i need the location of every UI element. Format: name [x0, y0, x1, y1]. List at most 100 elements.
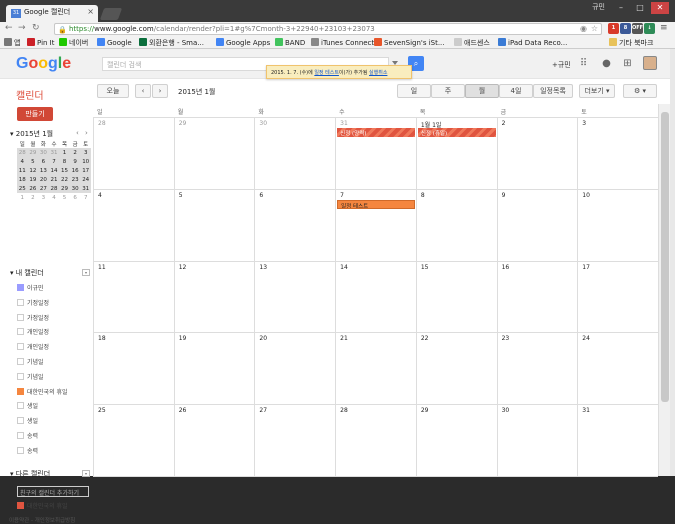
bookmark-item[interactable]: iTunes Connect	[311, 38, 374, 47]
my-calendars-title[interactable]: ▾ 내 캘린더	[10, 268, 44, 278]
scrollbar[interactable]	[658, 104, 670, 476]
day-number[interactable]: 28	[98, 120, 106, 127]
day-number[interactable]: 17	[582, 264, 590, 271]
forward-icon[interactable]: →	[18, 23, 26, 33]
day-number[interactable]: 31	[340, 120, 348, 127]
calendar-color-swatch[interactable]	[17, 298, 24, 306]
settings-button[interactable]: ⚙ ▾	[623, 84, 657, 98]
mini-day[interactable]: 1	[17, 193, 28, 202]
day-cell[interactable]: 27	[254, 405, 336, 477]
mini-day[interactable]: 12	[27, 166, 39, 175]
bookmark-item[interactable]: 외환은행 - Sma...	[139, 38, 204, 48]
day-number[interactable]: 5	[179, 192, 183, 199]
day-cell[interactable]: 18	[93, 333, 174, 406]
day-cell[interactable]: 13	[254, 261, 336, 334]
day-cell[interactable]: 12	[173, 261, 255, 334]
bookmark-item[interactable]: BAND	[275, 38, 305, 47]
mini-day[interactable]: 3	[38, 193, 49, 202]
eye-icon[interactable]: ◉	[580, 24, 587, 34]
tab-close-icon[interactable]: ×	[87, 7, 94, 16]
day-cell[interactable]: 23	[496, 333, 578, 406]
bookmark-item[interactable]: SevenSign's iSt...	[374, 38, 445, 47]
mini-prev-icon[interactable]: ‹	[76, 129, 79, 137]
bookmark-item[interactable]: Pin It	[27, 38, 54, 47]
day-number[interactable]: 27	[259, 407, 267, 414]
day-number[interactable]: 12	[179, 264, 187, 271]
day-cell[interactable]: 20	[254, 333, 336, 406]
day-number[interactable]: 6	[259, 192, 263, 199]
day-number[interactable]: 30	[259, 120, 267, 127]
my-calendar-item[interactable]: 기념일	[17, 357, 44, 366]
apps-grid-icon[interactable]: ⠿	[578, 58, 589, 69]
day-cell[interactable]: 4	[93, 189, 174, 262]
day-cell[interactable]: 26	[173, 405, 255, 477]
undo-link[interactable]: 실행취소	[369, 70, 387, 76]
calendar-color-swatch[interactable]	[17, 358, 24, 365]
mini-day[interactable]: 10	[80, 157, 91, 166]
mini-day[interactable]: 14	[48, 166, 60, 175]
day-cell[interactable]: 22	[415, 333, 497, 406]
day-number[interactable]: 2	[502, 120, 506, 127]
other-calendars-title[interactable]: ▾ 다른 캘린더	[10, 469, 50, 479]
day-number[interactable]: 15	[421, 264, 429, 271]
day-number[interactable]: 29	[179, 120, 187, 127]
mini-day[interactable]: 3	[80, 148, 91, 157]
mini-day[interactable]: 19	[27, 175, 39, 184]
view-day-button[interactable]: 일	[397, 84, 431, 98]
event-chip[interactable]: 신정 (휴일)	[417, 128, 496, 137]
mini-day[interactable]: 16	[69, 166, 81, 175]
scrollbar-thumb[interactable]	[661, 112, 669, 402]
day-cell[interactable]: 17	[577, 261, 658, 334]
day-number[interactable]: 13	[259, 264, 267, 271]
view-4day-button[interactable]: 4일	[499, 84, 533, 98]
day-number[interactable]: 16	[502, 264, 510, 271]
mini-day[interactable]: 30	[69, 184, 81, 193]
day-number[interactable]: 25	[98, 407, 106, 414]
mini-day[interactable]: 29	[27, 148, 39, 157]
prev-button[interactable]: ‹	[135, 84, 151, 98]
more-button[interactable]: 더보기 ▾	[579, 84, 615, 98]
event-chip[interactable]: 신정 (양력)	[337, 128, 415, 137]
day-cell[interactable]: 15	[415, 261, 497, 334]
day-cell[interactable]: 2	[496, 118, 578, 190]
day-number[interactable]: 21	[340, 335, 348, 342]
mini-day[interactable]: 7	[80, 193, 91, 202]
day-number[interactable]: 14	[340, 264, 348, 271]
calendar-color-swatch[interactable]	[17, 284, 24, 291]
next-button[interactable]: ›	[152, 84, 168, 98]
google-logo[interactable]: Google	[16, 55, 71, 73]
mini-day[interactable]: 1	[59, 148, 70, 157]
calendar-color-swatch[interactable]	[17, 417, 24, 425]
my-calendar-item[interactable]: 개인일정	[17, 327, 49, 336]
my-calendar-item[interactable]: 송력	[17, 446, 38, 455]
new-tab-button[interactable]	[99, 8, 123, 20]
my-calendar-item[interactable]: 송력	[17, 431, 38, 440]
day-cell[interactable]: 25	[93, 405, 174, 477]
view-month-button[interactable]: 월	[465, 84, 499, 98]
back-icon[interactable]: ←	[5, 23, 13, 33]
view-agenda-button[interactable]: 일정목록	[533, 84, 573, 98]
calendar-color-swatch[interactable]	[17, 343, 24, 351]
my-calendar-item[interactable]: 생일	[17, 416, 38, 425]
mini-day[interactable]: 6	[38, 157, 49, 166]
day-cell[interactable]: 11	[93, 261, 174, 334]
day-cell[interactable]: 14	[335, 261, 416, 334]
calendar-color-swatch[interactable]	[17, 502, 24, 509]
day-cell[interactable]: 21	[335, 333, 416, 406]
day-cell[interactable]: 30	[254, 118, 336, 190]
mini-day[interactable]: 18	[17, 175, 28, 184]
ext-1-icon[interactable]: 1	[608, 23, 619, 34]
calendar-color-swatch[interactable]	[17, 446, 24, 454]
day-cell[interactable]: 28	[93, 118, 174, 190]
day-number[interactable]: 24	[582, 335, 590, 342]
maximize-button[interactable]: □	[631, 2, 649, 14]
mini-day[interactable]: 17	[80, 166, 91, 175]
menu-icon[interactable]: ≡	[660, 23, 668, 33]
bookmark-item[interactable]: iPad Data Reco...	[498, 38, 567, 47]
day-number[interactable]: 22	[421, 335, 429, 342]
day-cell[interactable]: 29	[415, 405, 497, 477]
today-button[interactable]: 오늘	[97, 84, 129, 98]
day-number[interactable]: 29	[421, 407, 429, 414]
my-calendar-item[interactable]: 개인일정	[17, 342, 49, 351]
plus-user-link[interactable]: +규민	[552, 60, 571, 70]
